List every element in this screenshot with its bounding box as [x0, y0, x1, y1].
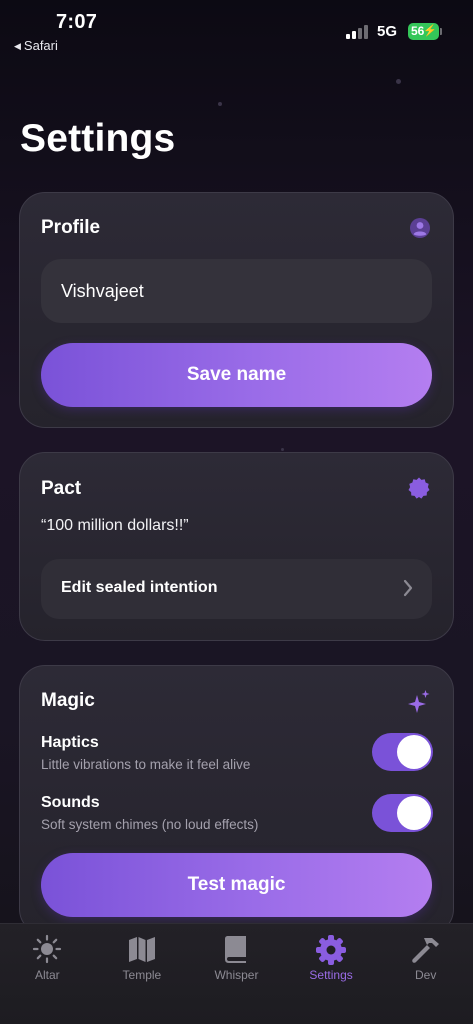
back-to-app-link[interactable]: ◀ Safari: [14, 38, 58, 53]
back-arrow-icon: ◀: [14, 41, 21, 51]
back-app-label: Safari: [23, 38, 58, 53]
tab-altar[interactable]: Altar: [0, 924, 95, 1024]
map-icon: [128, 937, 155, 962]
status-bar: 7:07 ◀ Safari 5G 56 ⚡: [0, 0, 473, 56]
test-magic-button[interactable]: Test magic: [41, 853, 432, 917]
magic-title: Magic: [41, 690, 95, 711]
network-type: 5G: [377, 23, 398, 40]
tab-dev[interactable]: Dev: [378, 924, 473, 1024]
profile-title: Profile: [41, 217, 101, 238]
sparkles-icon: [407, 689, 431, 720]
magic-card: Magic Haptics Little vibrations to make …: [19, 665, 454, 935]
page-title: Settings: [20, 117, 176, 160]
tab-temple[interactable]: Temple: [95, 924, 190, 1024]
pact-quote: “100 million dollars!!”: [41, 517, 189, 534]
hammer-icon: [411, 938, 439, 963]
gear-icon: [316, 935, 347, 965]
tab-altar-label: Altar: [34, 968, 60, 982]
sounds-toggle-knob: [397, 796, 431, 830]
haptics-description: Little vibrations to make it feel alive: [41, 757, 251, 772]
pact-title: Pact: [41, 478, 82, 499]
person-circle-icon: [409, 217, 431, 244]
chevron-right-icon: [402, 578, 414, 603]
save-name-button[interactable]: Save name: [41, 343, 432, 407]
battery-icon: 56 ⚡: [408, 23, 439, 40]
haptics-label: Haptics: [41, 734, 99, 751]
tab-whisper-label: Whisper: [214, 968, 259, 982]
tab-temple-label: Temple: [122, 968, 162, 982]
sounds-toggle[interactable]: [372, 794, 433, 832]
background-star: [281, 448, 284, 451]
sun-icon: [33, 934, 62, 964]
edit-sealed-intention-label: Edit sealed intention: [61, 579, 218, 596]
pact-card: Pact “100 million dollars!!” Edit sealed…: [19, 452, 454, 641]
status-time: 7:07: [56, 11, 98, 33]
book-icon: [225, 936, 247, 963]
tab-bar: Altar Temple Whisper Settings Dev: [0, 923, 473, 1024]
profile-name-input[interactable]: [41, 259, 432, 323]
sounds-label: Sounds: [41, 794, 100, 811]
cellular-signal-icon: [346, 24, 370, 39]
background-star: [396, 79, 401, 84]
edit-sealed-intention-row[interactable]: Edit sealed intention: [41, 559, 432, 619]
tab-whisper[interactable]: Whisper: [189, 924, 284, 1024]
tab-settings-label: Settings: [309, 968, 353, 982]
seal-badge-icon: [407, 476, 431, 505]
tab-dev-label: Dev: [415, 968, 437, 982]
tab-settings[interactable]: Settings: [284, 924, 379, 1024]
background-star: [218, 102, 222, 106]
haptics-toggle-knob: [397, 735, 431, 769]
haptics-toggle[interactable]: [372, 733, 433, 771]
profile-card: Profile Save name: [19, 192, 454, 428]
sounds-description: Soft system chimes (no loud effects): [41, 817, 259, 832]
